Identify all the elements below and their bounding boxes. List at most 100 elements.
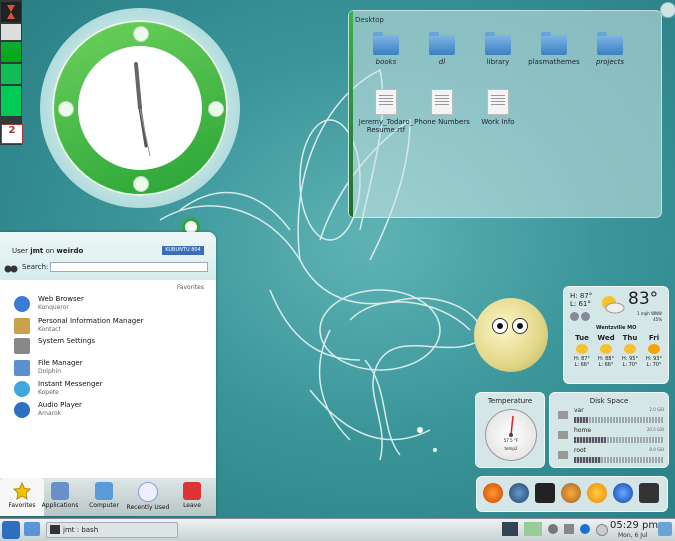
task-item-bash[interactable]: jmt : bash bbox=[46, 522, 178, 538]
tools-icon bbox=[14, 338, 30, 354]
left-widget-strip: 2 bbox=[0, 0, 23, 145]
desktop-item-plasmathemes[interactable]: plasmathemes bbox=[526, 32, 582, 66]
user-info: User jmt on weirdo bbox=[12, 247, 84, 255]
messenger-icon bbox=[14, 381, 30, 397]
folder-view-handle[interactable] bbox=[349, 11, 353, 217]
moon-widget bbox=[474, 298, 548, 372]
desktop-item-books[interactable]: books bbox=[358, 32, 414, 66]
menu-item-audio-player[interactable]: Audio Player Amarok bbox=[14, 400, 204, 420]
cashew-icon[interactable] bbox=[660, 2, 675, 18]
amarok-icon bbox=[14, 402, 30, 418]
clock-face bbox=[78, 46, 202, 170]
taskbar-date: Mon, 6 Jul bbox=[618, 532, 648, 539]
power-icon bbox=[183, 482, 201, 500]
terminal-icon[interactable] bbox=[639, 483, 659, 503]
sun-icon bbox=[648, 344, 660, 354]
desktop-item-phone-numbers[interactable]: Phone Numbers bbox=[414, 89, 470, 126]
star-icon bbox=[12, 481, 32, 500]
menu-item-pim[interactable]: Personal Information Manager Kontact bbox=[14, 316, 204, 336]
kickoff-launcher-icon[interactable] bbox=[2, 521, 20, 539]
refresh-icon[interactable] bbox=[570, 312, 579, 321]
temperature-gauge: 57.5 °F temp2 bbox=[485, 409, 537, 461]
clock-marker bbox=[133, 26, 149, 42]
tab-leave[interactable]: Leave bbox=[170, 478, 214, 516]
weather-low: L: 61° bbox=[570, 300, 591, 308]
inkscape-icon[interactable] bbox=[535, 483, 555, 503]
pager-desktop-1[interactable] bbox=[502, 522, 518, 536]
weather-wind: 1 mph WNW bbox=[637, 311, 662, 316]
document-icon bbox=[487, 89, 509, 115]
contacts-icon bbox=[14, 318, 30, 334]
desktop-item-work-info[interactable]: Work Info bbox=[470, 89, 526, 126]
hourglass-icon bbox=[1, 2, 21, 22]
drive-icon bbox=[558, 451, 568, 459]
menu-item-system-settings[interactable]: System Settings bbox=[14, 336, 204, 356]
forecast-day: Fri H: 93° L: 70° bbox=[646, 334, 662, 368]
temperature-widget: Temperature 57.5 °F temp2 bbox=[475, 392, 545, 468]
folder-icon bbox=[541, 32, 567, 55]
volume-icon[interactable] bbox=[564, 524, 574, 534]
update-icon[interactable] bbox=[580, 524, 590, 534]
memory-graph-icon bbox=[1, 64, 21, 84]
folder-view-title: Desktop bbox=[355, 16, 384, 24]
calculator-icon[interactable] bbox=[1, 24, 21, 40]
show-desktop-icon[interactable] bbox=[24, 522, 40, 536]
disk-space-widget: Disk Space var 2.0 GiB home 20.5 GiB roo… bbox=[549, 392, 669, 468]
document-icon bbox=[375, 89, 397, 115]
sun-icon bbox=[600, 344, 612, 354]
tab-applications[interactable]: Applications bbox=[38, 478, 82, 516]
disk-row-home: home 20.5 GiB bbox=[558, 427, 664, 445]
terminal-icon bbox=[50, 525, 60, 534]
applications-icon bbox=[51, 482, 69, 500]
disk-row-var: var 2.0 GiB bbox=[558, 407, 664, 425]
computer-icon bbox=[95, 482, 113, 500]
search-label: Search: bbox=[22, 263, 49, 271]
desktop-item-projects[interactable]: projects bbox=[582, 32, 638, 66]
taskbar: jmt : bash 05:29 pm Mon, 6 Jul bbox=[0, 518, 675, 541]
kickoff-menu: User jmt on weirdo KUBUNTU 804 Search: F… bbox=[0, 232, 216, 516]
document-icon bbox=[431, 89, 453, 115]
konqueror-icon[interactable] bbox=[613, 483, 633, 503]
pager-icon[interactable]: 2 bbox=[1, 124, 23, 144]
desktop-item-dl[interactable]: dl bbox=[414, 32, 470, 66]
menu-item-file-manager[interactable]: File Manager Dolphin bbox=[14, 358, 204, 378]
eye-icon bbox=[492, 318, 508, 334]
clock-icon bbox=[138, 482, 158, 502]
cpu-graph-icon bbox=[1, 42, 21, 62]
firefox-icon[interactable] bbox=[483, 483, 503, 503]
menu-item-web-browser[interactable]: Web Browser Konqueror bbox=[14, 294, 204, 314]
settings-icon[interactable] bbox=[581, 312, 590, 321]
eye-icon bbox=[512, 318, 528, 334]
thunderbird-icon[interactable] bbox=[509, 483, 529, 503]
pager-desktop-2[interactable] bbox=[524, 522, 542, 536]
kubuntu-logo: KUBUNTU 804 bbox=[162, 246, 204, 255]
temperature-value: 57.5 °F bbox=[503, 438, 519, 443]
tab-recently-used[interactable]: Recently Used bbox=[126, 478, 170, 516]
temperature-title: Temperature bbox=[487, 397, 533, 405]
search-input[interactable] bbox=[50, 262, 208, 272]
network-icon[interactable] bbox=[548, 524, 558, 534]
panel-toolbox-icon[interactable] bbox=[658, 522, 672, 536]
info-icon[interactable] bbox=[596, 524, 608, 536]
folder-icon bbox=[597, 32, 623, 55]
file-manager-icon bbox=[14, 360, 30, 376]
folder-icon bbox=[429, 32, 455, 55]
minute-hand bbox=[134, 62, 142, 110]
folder-icon bbox=[485, 32, 511, 55]
temperature-sensor: temp2 bbox=[504, 446, 518, 451]
folder-icon bbox=[373, 32, 399, 55]
menu-item-instant-messenger[interactable]: Instant Messenger Kopete bbox=[14, 379, 204, 399]
favorites-header: Favorites bbox=[176, 284, 204, 291]
menu-tab-bar: Favorites Applications Computer Recently… bbox=[0, 478, 216, 516]
goldfish-icon[interactable] bbox=[587, 483, 607, 503]
desktop-item-library[interactable]: library bbox=[470, 32, 526, 66]
globe-icon bbox=[14, 296, 30, 312]
quick-launcher bbox=[476, 476, 668, 512]
gimp-icon[interactable] bbox=[561, 483, 581, 503]
network-graph-icon bbox=[1, 86, 21, 116]
taskbar-clock[interactable]: 05:29 pm bbox=[610, 520, 658, 531]
desktop-item-resume[interactable]: Jeremy_Todaro_Resume.rtf bbox=[358, 89, 414, 134]
clock-marker bbox=[208, 101, 224, 117]
tab-computer[interactable]: Computer bbox=[82, 478, 126, 516]
disk-title: Disk Space bbox=[589, 397, 629, 405]
